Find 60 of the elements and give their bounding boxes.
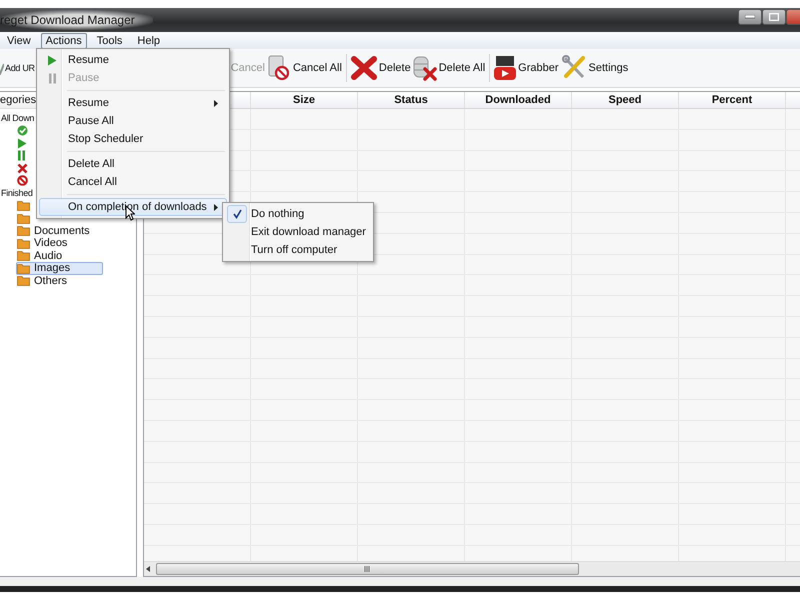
toolbar-button[interactable]: Delete All [412,53,486,83]
menu-item[interactable]: Turn off computer [225,241,371,259]
tree-item[interactable]: Audio [16,250,68,262]
tree-item[interactable]: Videos [16,237,72,250]
video-logo-icon [494,55,516,81]
menu-item[interactable]: Do nothing [225,205,371,223]
scroll-thumb[interactable] [156,563,579,575]
column-header[interactable]: Percent [679,92,786,108]
folder-icon [17,238,30,249]
column-header: egories [0,94,36,106]
menu-item[interactable]: Delete All [39,155,227,173]
column-header[interactable]: Status [358,92,465,108]
horizontal-scrollbar[interactable] [144,561,800,576]
cross-icon [17,162,28,174]
menu-item[interactable]: Tools [92,32,128,48]
tree-item[interactable]: Finished [0,187,38,200]
toolbar-button[interactable]: Settings [560,53,630,83]
play-icon [17,138,27,149]
tree-item[interactable]: Images [16,262,104,274]
prohibit-icon [17,175,28,186]
folder-icon [17,262,30,274]
menu-item[interactable]: Resume [39,94,227,112]
menu-item[interactable]: Cancel All [39,173,227,191]
folder-icon [17,212,30,224]
tree-item[interactable]: Others [16,274,72,287]
submenu-arrow-icon [214,100,218,106]
menu-item[interactable]: Pause All [39,112,227,130]
check-circle-icon [17,125,28,136]
toolbar-button[interactable]: Delete [350,54,412,82]
close-button[interactable] [786,9,800,25]
menu-item[interactable]: View [2,32,36,48]
check-icon [0,61,4,75]
menu-item[interactable]: Stop Scheduler [39,130,227,148]
menu-item[interactable]: Help [132,32,166,48]
folder-icon [17,200,30,212]
database-cross-icon [412,55,437,81]
maximize-button[interactable] [762,9,786,25]
toolbar-button[interactable]: Add UR [0,59,35,77]
toolbar-button[interactable]: Cancel All [266,53,343,83]
tree-item[interactable]: Documents [16,224,95,237]
cross-icon [350,56,377,80]
toolbar-button[interactable]: Grabber [493,53,560,83]
submenu-arrow-icon [214,204,218,210]
pause-icon [48,72,56,84]
column-header[interactable]: Downloaded [465,92,572,108]
tree-item[interactable]: All Down [0,112,40,124]
pause-icon [17,150,26,162]
folder-icon [17,225,30,236]
menu-item[interactable]: Actions [40,32,87,48]
minimize-icon [745,15,755,19]
column-header[interactable]: Speed [572,92,679,108]
maximize-icon [769,13,779,21]
tools-icon [560,55,587,81]
menu-item[interactable]: Resume [39,51,227,69]
menu-item[interactable]: Exit download manager [225,223,371,241]
document-prohibit-icon [266,55,291,81]
minimize-button[interactable] [738,9,762,25]
check-icon [232,209,242,219]
play-icon [47,54,57,66]
column-header[interactable]: Size [251,92,358,108]
